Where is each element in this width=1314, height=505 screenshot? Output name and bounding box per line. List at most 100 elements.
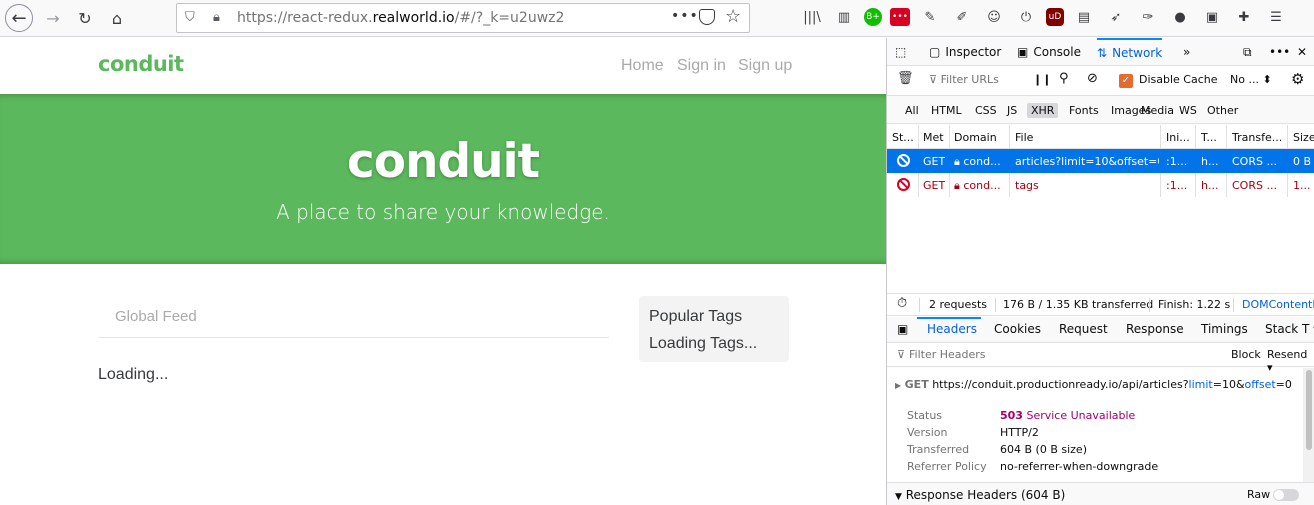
pocket-icon[interactable] xyxy=(699,9,715,25)
filter-headers-input[interactable]: Filter Headers xyxy=(909,348,986,361)
banner-title: conduit xyxy=(346,134,540,189)
ublock-icon[interactable]: uD xyxy=(1046,8,1064,26)
expand-triangle-icon[interactable]: ▶ xyxy=(895,381,901,390)
global-feed-tab[interactable]: Global Feed xyxy=(115,308,197,325)
blocked-icon xyxy=(897,154,910,167)
more-icon[interactable]: ••• xyxy=(671,8,699,24)
power-icon[interactable]: ⏻ xyxy=(1014,6,1038,28)
col-type[interactable]: T... xyxy=(1201,131,1225,144)
request-type-filters: All HTML CSS JS XHR Fonts Images Media WS Other xyxy=(887,96,1314,124)
dock-icon[interactable]: ⧉ xyxy=(1243,38,1252,66)
console-icon: ▣ xyxy=(1017,45,1029,59)
col-file[interactable]: File xyxy=(1015,131,1155,144)
pdf-icon[interactable]: ✑ xyxy=(1136,6,1160,28)
raw-toggle[interactable] xyxy=(1273,489,1299,501)
type-filter-html[interactable]: HTML xyxy=(927,103,966,118)
block-icon[interactable]: ⊘ xyxy=(1087,71,1098,86)
group-icon[interactable]: ● xyxy=(1168,6,1192,28)
more-tabs-icon[interactable]: » xyxy=(1183,38,1190,66)
block-button[interactable]: Block xyxy=(1231,348,1261,361)
tab-cookies[interactable]: Cookies xyxy=(994,322,1041,336)
devtools-panel: ⬚ ▢ Inspector ▣ Console ⇅ Network » ⧉ ••• ✕… xyxy=(886,38,1314,505)
lock-icon[interactable]: 🔒︎ xyxy=(213,10,220,25)
sidebar-icon[interactable]: ▥ xyxy=(832,6,856,28)
bplus-extension-icon[interactable]: B+ xyxy=(864,8,882,26)
eyedropper-icon[interactable]: ✎ xyxy=(918,6,942,28)
throttle-select[interactable]: No ... ⬍ xyxy=(1230,73,1272,86)
pick-element-icon[interactable]: ⬚ xyxy=(895,38,906,66)
domcontentloaded-time: DOMContentL xyxy=(1242,298,1314,311)
type-filter-css[interactable]: CSS xyxy=(971,103,1001,118)
trash-icon[interactable]: 🗑︎ xyxy=(897,71,914,86)
popular-tags-sidebar: Popular Tags Loading Tags... xyxy=(639,296,789,362)
type-filter-ws[interactable]: WS xyxy=(1175,103,1201,118)
reload-icon[interactable]: ↻ xyxy=(72,5,98,31)
devtools-menu-icon[interactable]: ••• xyxy=(1269,38,1290,66)
request-url-line[interactable]: ▶ GET https://conduit.productionready.io… xyxy=(895,378,1292,391)
forward-arrow-icon[interactable]: → xyxy=(40,5,66,31)
home-icon[interactable]: ⌂ xyxy=(104,5,130,31)
tab-inspector[interactable]: ▢ Inspector xyxy=(929,38,1001,66)
col-method[interactable]: Met xyxy=(923,131,951,144)
menu-icon[interactable]: ☰ xyxy=(1264,6,1288,28)
tab-stack-trace[interactable]: Stack T ▾ xyxy=(1265,322,1314,336)
nav-home-link[interactable]: Home xyxy=(621,57,664,75)
network-statusbar: ⏱ 2 requests 176 B / 1.35 KB transferred… xyxy=(887,293,1314,316)
type-filter-other[interactable]: Other xyxy=(1203,103,1242,118)
type-filter-js[interactable]: JS xyxy=(1003,103,1021,118)
nav-signup-link[interactable]: Sign up xyxy=(738,57,792,75)
finish-time: Finish: 1.22 s xyxy=(1158,298,1231,311)
stopwatch-icon[interactable]: ⏱ xyxy=(897,296,907,311)
filter-icon: ⊽ xyxy=(897,348,906,361)
tab-network[interactable]: ⇅ Network xyxy=(1097,38,1163,66)
dotdotdot-extension-icon[interactable]: ••• xyxy=(890,8,910,26)
library-icon[interactable]: |||\ xyxy=(800,6,824,28)
pause-icon[interactable]: ❙❙ xyxy=(1033,73,1051,86)
disable-cache-checkbox[interactable]: ✓ xyxy=(1119,74,1133,88)
rocket-icon[interactable]: ➶ xyxy=(1104,6,1128,28)
search-icon[interactable]: ⚲ xyxy=(1059,71,1069,86)
tab-response[interactable]: Response xyxy=(1126,322,1184,336)
tracking-shield-icon[interactable]: ⛉ xyxy=(185,10,195,25)
back-arrow-icon[interactable]: ← xyxy=(5,4,33,32)
tab-timings[interactable]: Timings xyxy=(1201,322,1248,336)
tab-headers[interactable]: Headers xyxy=(927,322,977,336)
url-bar[interactable]: ⛉ 🔒︎ https://react-redux.realworld.io/#/… xyxy=(176,3,750,33)
header-filter-bar: ⊽ Filter Headers Block Resend ▾ xyxy=(887,343,1314,374)
col-initiator[interactable]: Ini... xyxy=(1166,131,1196,144)
tab-request[interactable]: Request xyxy=(1059,322,1108,336)
collapse-triangle-icon: ▼ xyxy=(895,492,902,502)
col-transferred[interactable]: Transfe... xyxy=(1232,131,1290,144)
headers-scrollbar[interactable] xyxy=(1303,368,1314,482)
request-row-articles[interactable]: GET 🔒︎ cond... articles?limit=10&offset=… xyxy=(887,149,1314,173)
paint-icon[interactable]: ✐ xyxy=(950,6,974,28)
banner-subtitle: A place to share your knowledge. xyxy=(276,200,610,224)
toggle-sidebar-icon[interactable]: ▣ xyxy=(897,322,908,336)
type-filter-xhr[interactable]: XHR xyxy=(1027,103,1059,118)
request-table-header: St... Met Domain File Ini... T... Transf… xyxy=(887,125,1314,149)
response-headers-section[interactable]: ▼ Response Headers (604 B) Raw xyxy=(887,482,1314,505)
news-icon[interactable]: ▤ xyxy=(1072,6,1096,28)
tab-console[interactable]: ▣ Console xyxy=(1017,38,1081,66)
doc-icon[interactable]: ▣ xyxy=(1200,6,1224,28)
site-brand[interactable]: conduit xyxy=(98,52,184,76)
request-count: 2 requests xyxy=(929,298,988,311)
articles-loading-text: Loading... xyxy=(98,366,169,383)
col-size[interactable]: Size xyxy=(1293,131,1314,144)
type-filter-media[interactable]: Media xyxy=(1137,103,1178,118)
filter-urls-input[interactable]: ⊽ Filter URLs xyxy=(929,73,999,86)
url-text[interactable]: https://react-redux.realworld.io/#/?_k=u… xyxy=(237,10,564,26)
monkey-icon[interactable]: ☺ xyxy=(982,6,1006,28)
col-domain[interactable]: Domain xyxy=(954,131,1010,144)
close-devtools-icon[interactable]: ✕ xyxy=(1297,38,1307,66)
type-filter-all[interactable]: All xyxy=(901,103,923,118)
nav-signin-link[interactable]: Sign in xyxy=(677,57,726,75)
gear-icon[interactable]: ⚙ xyxy=(1291,70,1304,88)
type-filter-fonts[interactable]: Fonts xyxy=(1065,103,1103,118)
request-row-tags[interactable]: GET 🔒︎ cond... tags :1... h... CORS ... … xyxy=(887,173,1314,197)
web-page: conduit Home Sign in Sign up conduit A p… xyxy=(0,38,886,505)
browser-toolbar: ← → ↻ ⌂ ⛉ 🔒︎ https://react-redux.realwor… xyxy=(0,0,1314,37)
star-icon[interactable]: ☆ xyxy=(725,6,741,27)
col-status[interactable]: St... xyxy=(892,131,918,144)
puzzle-icon[interactable]: ✚ xyxy=(1232,6,1256,28)
